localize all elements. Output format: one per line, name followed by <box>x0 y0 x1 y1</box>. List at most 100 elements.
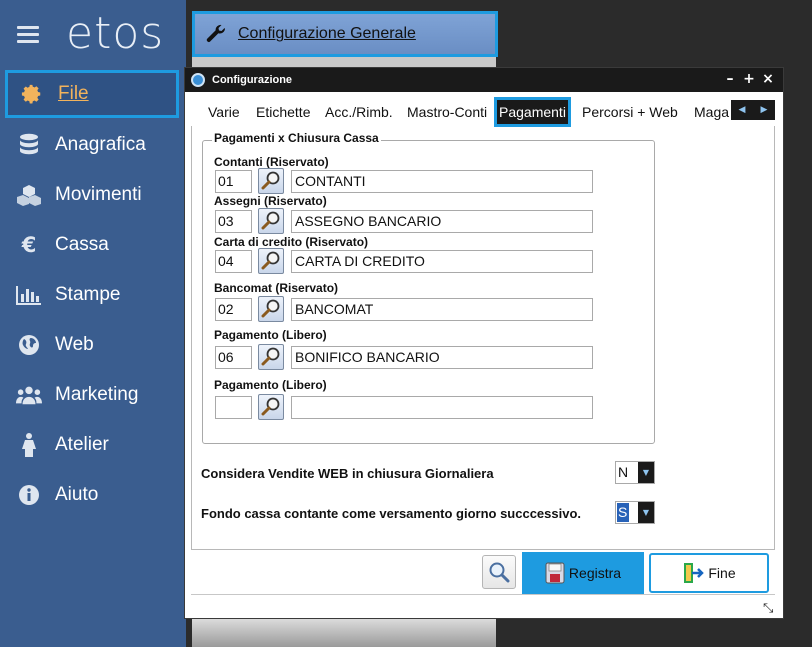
configurazione-dialog: Configurazione – + × Varie Etichette Acc… <box>184 67 784 619</box>
sidebar-item-stampe[interactable]: Stampe <box>0 271 186 319</box>
vendite-web-dropdown[interactable]: N ▼ <box>615 461 655 484</box>
sidebar-item-label: Aiuto <box>55 484 99 505</box>
magnifier-icon <box>261 397 280 416</box>
tab-mastro-conti[interactable]: Mastro-Conti <box>405 100 489 124</box>
field-label: Assegni (Riservato) <box>214 194 327 208</box>
sidebar: etos File Anagrafica Movimenti € Cassa S… <box>0 0 186 647</box>
top-tab-label: Configurazione Generale <box>238 25 416 42</box>
sidebar-item-anagrafica[interactable]: Anagrafica <box>0 121 186 169</box>
app-logo: etos <box>66 8 165 59</box>
magnifier-icon <box>261 251 280 270</box>
chevron-down-icon[interactable]: ▼ <box>638 502 654 523</box>
lookup-button[interactable] <box>258 344 284 370</box>
field-label: Pagamento (Libero) <box>214 378 327 392</box>
background-panel-bottom <box>192 617 496 647</box>
sidebar-item-atelier[interactable]: Atelier <box>0 421 186 469</box>
sidebar-item-aiuto[interactable]: Aiuto <box>0 471 186 519</box>
sidebar-item-movimenti[interactable]: Movimenti <box>0 171 186 219</box>
fine-label: Fine <box>708 565 736 581</box>
description-input[interactable] <box>291 396 593 419</box>
description-input[interactable]: ASSEGNO BANCARIO <box>291 210 593 233</box>
minimize-button[interactable]: – <box>723 71 737 87</box>
save-icon <box>545 562 565 584</box>
maximize-button[interactable]: + <box>742 71 756 87</box>
magnifier-icon <box>261 299 280 318</box>
fine-button[interactable]: Fine <box>649 553 769 593</box>
field-label: Pagamento (Libero) <box>214 328 327 342</box>
hamburger-menu-icon[interactable] <box>17 26 39 44</box>
background-panel <box>192 57 496 67</box>
description-input[interactable]: BANCOMAT <box>291 298 593 321</box>
tab-scroll-right-icon[interactable]: ▶ <box>761 105 768 115</box>
code-input[interactable]: 03 <box>215 210 252 233</box>
close-button[interactable]: × <box>761 71 775 87</box>
code-input[interactable]: 02 <box>215 298 252 321</box>
globe-icon <box>16 332 42 358</box>
sidebar-item-label: Atelier <box>55 434 109 455</box>
lookup-button[interactable] <box>258 248 284 274</box>
sidebar-item-label: Movimenti <box>55 184 142 205</box>
dropdown-value: N <box>618 464 629 480</box>
euro-icon: € <box>21 233 37 257</box>
search-button[interactable] <box>482 555 516 589</box>
tab-pagamenti[interactable]: Pagamenti <box>494 97 571 127</box>
tab-acc-rimb[interactable]: Acc./Rimb. <box>323 100 395 124</box>
sidebar-item-cassa[interactable]: € Cassa <box>0 221 186 269</box>
tab-etichette[interactable]: Etichette <box>254 100 312 124</box>
code-input[interactable] <box>215 396 252 419</box>
description-input[interactable]: CONTANTI <box>291 170 593 193</box>
footer-divider <box>191 594 775 595</box>
tab-scroll-arrows[interactable]: ◀ ▶ <box>731 100 775 120</box>
registra-button[interactable]: Registra <box>522 552 644 594</box>
sidebar-item-label: Stampe <box>55 284 121 305</box>
sidebar-item-label: Marketing <box>55 384 139 405</box>
resize-handle-icon[interactable]: ⤡ <box>763 601 773 616</box>
dialog-titlebar[interactable]: Configurazione – + × <box>185 68 783 92</box>
sidebar-item-label: File <box>58 83 89 104</box>
users-icon <box>16 382 42 408</box>
code-input[interactable]: 06 <box>215 346 252 369</box>
database-icon <box>16 132 42 158</box>
sidebar-item-label: Web <box>55 334 94 355</box>
option-label-fondo-cassa: Fondo cassa contante come versamento gio… <box>201 506 582 521</box>
app-icon <box>191 73 205 87</box>
code-input[interactable]: 04 <box>215 250 252 273</box>
lookup-button[interactable] <box>258 296 284 322</box>
field-label: Bancomat (Riservato) <box>214 281 339 295</box>
chevron-down-icon[interactable]: ▼ <box>638 462 654 483</box>
group-title: Pagamenti x Chiusura Cassa <box>212 131 381 145</box>
magnifier-icon <box>261 347 280 366</box>
lookup-button[interactable] <box>258 168 284 194</box>
dialog-title: Configurazione <box>212 74 293 86</box>
tab-percorsi-web[interactable]: Percorsi + Web <box>580 100 680 124</box>
tab-configurazione-generale[interactable]: Configurazione Generale <box>192 11 498 57</box>
lookup-button[interactable] <box>258 208 284 234</box>
exit-door-icon <box>684 563 705 583</box>
field-label: Carta di credito (Riservato) <box>214 235 369 249</box>
female-icon <box>16 432 42 458</box>
tab-magazzino[interactable]: Maga <box>692 100 731 124</box>
magnifier-icon <box>261 171 280 190</box>
field-label: Contanti (Riservato) <box>214 155 329 169</box>
fondo-cassa-dropdown[interactable]: S ▼ <box>615 501 655 524</box>
sidebar-item-label: Anagrafica <box>55 134 146 155</box>
description-input[interactable]: BONIFICO BANCARIO <box>291 346 593 369</box>
bar-chart-icon <box>16 282 42 308</box>
option-label-vendite-web: Considera Vendite WEB in chiusura Giorna… <box>201 466 494 481</box>
sidebar-item-web[interactable]: Web <box>0 321 186 369</box>
code-input[interactable]: 01 <box>215 170 252 193</box>
search-icon <box>489 562 510 583</box>
registra-label: Registra <box>568 565 622 581</box>
description-input[interactable]: CARTA DI CREDITO <box>291 250 593 273</box>
tab-bar: Varie Etichette Acc./Rimb. Mastro-Conti … <box>185 97 783 127</box>
info-icon <box>16 482 42 508</box>
dropdown-value: S <box>617 503 629 522</box>
magnifier-icon <box>261 211 280 230</box>
lookup-button[interactable] <box>258 394 284 420</box>
sidebar-item-marketing[interactable]: Marketing <box>0 371 186 419</box>
cubes-icon <box>16 182 42 208</box>
wrench-icon <box>204 22 228 46</box>
tab-scroll-left-icon[interactable]: ◀ <box>739 105 746 115</box>
tab-varie[interactable]: Varie <box>206 100 242 124</box>
sidebar-item-file[interactable]: File <box>5 70 179 118</box>
